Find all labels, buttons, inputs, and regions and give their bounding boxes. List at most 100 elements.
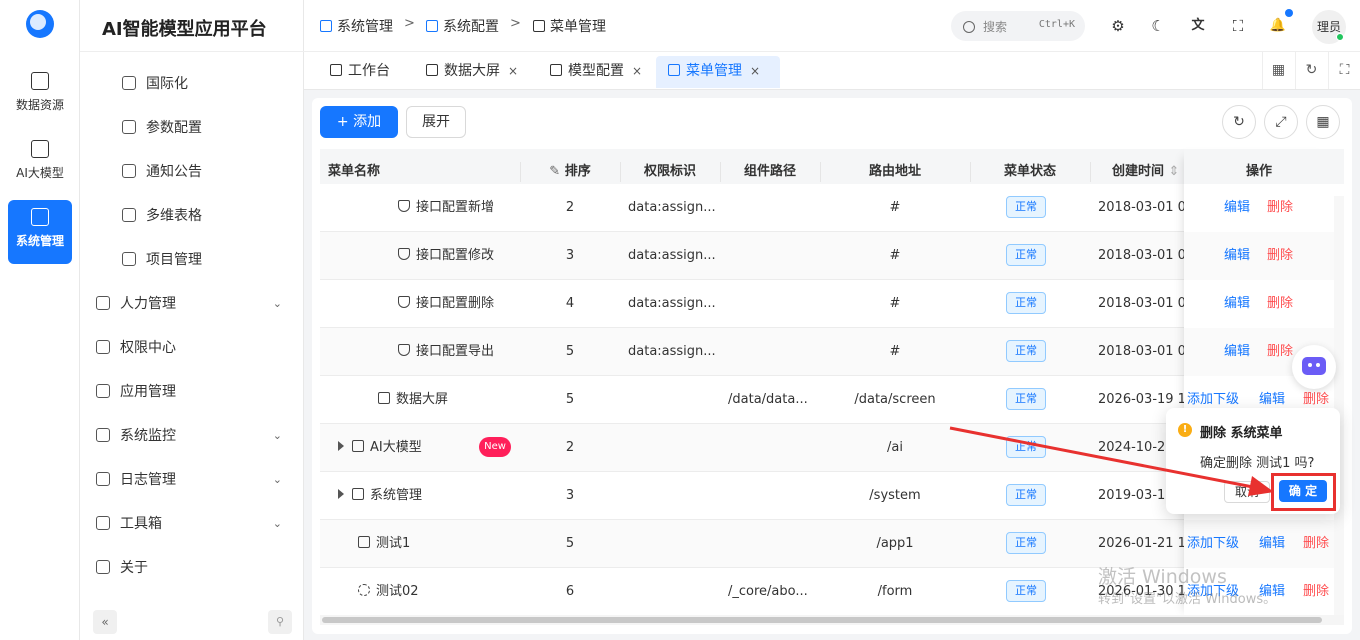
rail-item-label: AI大模型 (16, 166, 64, 180)
column-divider (1090, 162, 1091, 182)
menu-item[interactable]: 通知公告 (80, 150, 304, 194)
menu-item[interactable]: 人力管理 ⌄ (80, 282, 304, 326)
menu-item[interactable]: 关于 (80, 546, 304, 590)
settings-icon[interactable]: ⚙ (1108, 16, 1128, 36)
tab-focus-button[interactable]: ⛶ (1328, 52, 1360, 89)
ai-icon (31, 140, 49, 158)
order-cell: 3 (565, 248, 575, 263)
fullscreen-icon[interactable]: ⛶ (1228, 16, 1248, 36)
rail-item[interactable]: AI大模型 (8, 132, 72, 196)
sort-icon: ⇕ (1168, 164, 1180, 179)
home-icon (330, 64, 342, 76)
status-badge: 正常 (1006, 196, 1046, 218)
menu-name-cell: 接口配置删除 (398, 280, 518, 328)
permission-cell (628, 568, 716, 616)
menu-item-label: 参数配置 (146, 120, 202, 136)
system-icon (320, 20, 332, 32)
page-icon (358, 536, 370, 548)
route-cell: /data/screen (854, 392, 936, 407)
delete-link[interactable]: 删除 (1267, 184, 1293, 232)
menu-item[interactable]: 多维表格 (80, 194, 304, 238)
menu-name-cell: 数据大屏 (378, 376, 518, 424)
permission-cell: data:assign... (628, 200, 716, 215)
scrollbar-thumb[interactable] (322, 617, 1322, 623)
edit-link[interactable]: 编辑 (1224, 232, 1250, 280)
tab[interactable]: 模型配置 × (538, 56, 646, 88)
edit-link[interactable]: 编辑 (1224, 184, 1250, 232)
route-cell: # (889, 344, 901, 359)
expand-button[interactable]: 展开 (406, 106, 466, 138)
permission-cell (628, 424, 716, 472)
tab[interactable]: 菜单管理 × (656, 56, 780, 88)
status-badge: 正常 (1006, 244, 1046, 266)
chevron-down-icon: ⌄ (272, 297, 282, 310)
breadcrumb-item[interactable]: 系统配置 (426, 16, 499, 36)
menu-item[interactable]: 应用管理 (80, 370, 304, 414)
created-time-cell: 2018-03-01 00 (1098, 344, 1184, 359)
bell-icon[interactable]: 🔔 (1268, 16, 1288, 36)
rail-item-label: 数据资源 (15, 98, 64, 112)
column-divider (520, 162, 521, 182)
add-button[interactable]: + 添加 (320, 106, 398, 138)
delete-link[interactable]: 删除 (1267, 328, 1293, 376)
fullscreen-table-icon[interactable]: ⤢ (1264, 105, 1298, 139)
component-cell (728, 280, 814, 328)
rail-item-label: 系统管理 (15, 234, 64, 248)
menu-item[interactable]: 参数配置 (80, 106, 304, 150)
globe-icon (122, 76, 136, 90)
system-icon (352, 488, 364, 500)
menu-item[interactable]: 日志管理 ⌄ (80, 458, 304, 502)
lock-icon (96, 340, 110, 354)
rail-item[interactable]: 数据资源 (8, 64, 72, 128)
edit-link[interactable]: 编辑 (1224, 280, 1250, 328)
search-input[interactable]: 搜索 Ctrl+K (951, 11, 1085, 41)
assistant-bot-icon[interactable] (1292, 345, 1336, 389)
menu-item[interactable]: 系统监控 ⌄ (80, 414, 304, 458)
order-cell: 4 (565, 296, 575, 311)
close-icon[interactable]: × (508, 64, 518, 78)
pin-sidebar-button[interactable]: ⚲ (268, 610, 292, 634)
menu-name: 接口配置删除 (416, 296, 495, 311)
theme-toggle-icon[interactable]: ☾ (1148, 16, 1168, 36)
tab[interactable]: 数据大屏 × (414, 56, 528, 88)
menu-item[interactable]: 国际化 (80, 62, 304, 106)
actions-cell: 添加下级 编辑 删除 (1184, 520, 1334, 568)
system-icon (31, 208, 49, 226)
refresh-icon[interactable]: ↻ (1222, 105, 1256, 139)
menu-item-label: 人力管理 (120, 296, 176, 312)
menu-item[interactable]: 工具箱 ⌄ (80, 502, 304, 546)
activation-watermark-title: 激活 Windows (1098, 566, 1227, 588)
close-icon[interactable]: × (632, 64, 642, 78)
translate-icon[interactable]: 文 (1188, 16, 1208, 36)
delete-link[interactable]: 删除 (1267, 280, 1293, 328)
menu-item[interactable]: 项目管理 (80, 238, 304, 282)
close-icon[interactable]: × (750, 64, 760, 78)
expand-caret-icon[interactable] (338, 441, 344, 451)
column-divider (970, 162, 971, 182)
component-cell (728, 520, 814, 568)
menu-item-label: 多维表格 (146, 208, 202, 224)
column-settings-icon[interactable]: ▦ (1306, 105, 1340, 139)
menu-name-cell: 接口配置修改 (398, 232, 518, 280)
edit-link[interactable]: 编辑 (1224, 328, 1250, 376)
new-badge: New (479, 437, 511, 457)
add-child-link[interactable]: 添加下级 (1187, 520, 1239, 568)
vertical-scrollbar[interactable] (1334, 196, 1344, 615)
breadcrumb-item[interactable]: 系统管理 (320, 16, 393, 36)
delete-link[interactable]: 删除 (1267, 232, 1293, 280)
rail-item[interactable]: 系统管理 (8, 200, 72, 264)
column-divider (720, 162, 721, 182)
menu-item-label: 日志管理 (120, 472, 176, 488)
delete-link[interactable]: 删除 (1303, 568, 1329, 616)
expand-caret-icon[interactable] (338, 489, 344, 499)
tab[interactable]: 工作台 (318, 56, 406, 88)
collapse-sidebar-button[interactable]: « (93, 610, 117, 634)
route-cell: # (889, 296, 901, 311)
status-badge: 正常 (1006, 532, 1046, 554)
tab-grid-button[interactable]: ▦ (1262, 52, 1294, 89)
delete-link[interactable]: 删除 (1303, 520, 1329, 568)
menu-item[interactable]: 权限中心 (80, 326, 304, 370)
edit-link[interactable]: 编辑 (1259, 520, 1285, 568)
config-icon (426, 20, 438, 32)
tab-refresh-button[interactable]: ↻ (1295, 52, 1327, 89)
